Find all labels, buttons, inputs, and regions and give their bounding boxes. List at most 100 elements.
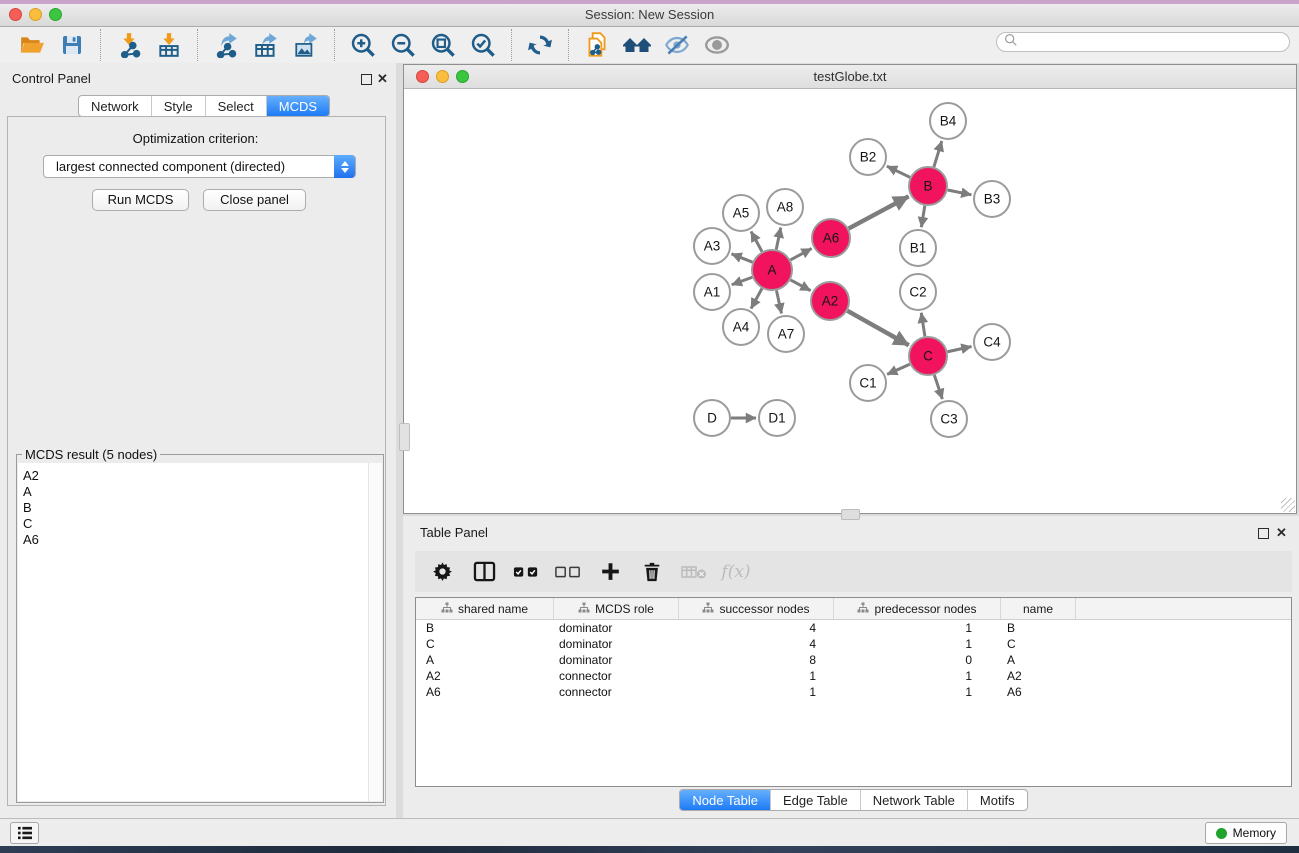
table-cell[interactable]: 1 <box>679 685 834 699</box>
graph-edge-A-A1[interactable] <box>732 277 753 285</box>
tab-select[interactable]: Select <box>206 96 267 116</box>
add-column-icon[interactable] <box>597 559 623 585</box>
graph-node-A8[interactable]: A8 <box>767 189 803 225</box>
graph-node-B1[interactable]: B1 <box>900 230 936 266</box>
search-box[interactable] <box>996 32 1290 52</box>
vertical-splitter-handle[interactable] <box>399 423 410 451</box>
graph-node-A5[interactable]: A5 <box>723 195 759 231</box>
horizontal-splitter-handle[interactable] <box>841 509 860 520</box>
graph-node-A4[interactable]: A4 <box>723 309 759 345</box>
save-icon[interactable] <box>56 29 88 61</box>
table-cell[interactable]: B <box>416 621 554 635</box>
graph-edge-B-B1[interactable] <box>921 206 924 228</box>
table-cell[interactable]: A6 <box>416 685 554 699</box>
graph-edge-A2-C[interactable] <box>847 311 908 345</box>
table-cell[interactable]: 1 <box>834 637 1001 651</box>
graph-node-A2[interactable]: A2 <box>811 282 849 320</box>
deselect-all-icon[interactable] <box>555 559 581 585</box>
tab-edge-table[interactable]: Edge Table <box>771 790 861 810</box>
export-network-icon[interactable] <box>210 29 242 61</box>
close-panel-button[interactable]: Close panel <box>203 189 306 211</box>
export-table-icon[interactable] <box>250 29 282 61</box>
network-window-titlebar[interactable]: testGlobe.txt <box>404 65 1296 89</box>
table-cell[interactable]: dominator <box>554 621 679 635</box>
tab-motifs[interactable]: Motifs <box>968 790 1027 810</box>
table-cell[interactable]: 4 <box>679 621 834 635</box>
graph-node-C[interactable]: C <box>909 337 947 375</box>
tab-mcds[interactable]: MCDS <box>267 96 329 116</box>
graph-edge-A-A6[interactable] <box>790 248 811 259</box>
table-cell[interactable]: A <box>416 653 554 667</box>
graph-edge-C-C4[interactable] <box>948 346 972 351</box>
graph-node-C4[interactable]: C4 <box>974 324 1010 360</box>
graph-node-C1[interactable]: C1 <box>850 365 886 401</box>
table-cell[interactable]: C <box>1001 637 1076 651</box>
graph-node-C2[interactable]: C2 <box>900 274 936 310</box>
table-cell[interactable]: 1 <box>834 621 1001 635</box>
table-cell[interactable]: 8 <box>679 653 834 667</box>
delete-column-icon[interactable] <box>639 559 665 585</box>
search-input[interactable] <box>1018 34 1272 50</box>
column-header-successor-nodes[interactable]: successor nodes <box>679 598 834 619</box>
table-cell[interactable]: 4 <box>679 637 834 651</box>
table-cell[interactable]: dominator <box>554 637 679 651</box>
graph-edge-B-B2[interactable] <box>887 166 910 177</box>
graph-node-B2[interactable]: B2 <box>850 139 886 175</box>
table-cell[interactable]: 1 <box>679 669 834 683</box>
column-header-mcds-role[interactable]: MCDS role <box>554 598 679 619</box>
eye-icon[interactable] <box>701 29 733 61</box>
import-table-icon[interactable] <box>153 29 185 61</box>
table-cell[interactable]: connector <box>554 669 679 683</box>
graph-node-A[interactable]: A <box>752 250 792 290</box>
import-network-icon[interactable] <box>113 29 145 61</box>
graph-edge-A-A7[interactable] <box>776 291 781 314</box>
zoom-in-icon[interactable] <box>347 29 379 61</box>
graph-node-B3[interactable]: B3 <box>974 181 1010 217</box>
control-panel-float-icon[interactable] <box>361 74 372 85</box>
graph-edge-B-B3[interactable] <box>948 190 972 195</box>
resize-grip-icon[interactable] <box>1281 498 1295 512</box>
gear-icon[interactable] <box>429 559 455 585</box>
zoom-selected-icon[interactable] <box>467 29 499 61</box>
graph-edge-A-A4[interactable] <box>751 288 762 308</box>
graph-node-D1[interactable]: D1 <box>759 400 795 436</box>
tab-network[interactable]: Network <box>79 96 152 116</box>
table-panel-close-icon[interactable]: ✕ <box>1276 526 1287 539</box>
table-cell[interactable]: dominator <box>554 653 679 667</box>
graph-edge-B-B4[interactable] <box>934 141 942 167</box>
table-cell[interactable]: 1 <box>834 669 1001 683</box>
run-mcds-button[interactable]: Run MCDS <box>92 189 189 211</box>
control-panel-close-icon[interactable]: ✕ <box>377 72 388 85</box>
graph-edge-A6-B[interactable] <box>849 196 909 228</box>
table-cell[interactable]: A <box>1001 653 1076 667</box>
graph-node-B4[interactable]: B4 <box>930 103 966 139</box>
table-row[interactable]: Bdominator41B <box>416 620 1291 636</box>
graph-edge-C-C2[interactable] <box>921 313 925 336</box>
task-history-button[interactable] <box>10 822 39 844</box>
graph-node-A7[interactable]: A7 <box>768 316 804 352</box>
graph-node-A6[interactable]: A6 <box>812 219 850 257</box>
table-row[interactable]: A2connector11A2 <box>416 668 1291 684</box>
table-row[interactable]: A6connector11A6 <box>416 684 1291 700</box>
network-document-icon[interactable] <box>581 29 613 61</box>
table-cell[interactable]: connector <box>554 685 679 699</box>
mcds-result-scrollbar[interactable] <box>368 463 382 801</box>
table-cell[interactable]: A2 <box>416 669 554 683</box>
zoom-out-icon[interactable] <box>387 29 419 61</box>
graph-edge-A-A2[interactable] <box>791 280 811 291</box>
memory-button[interactable]: Memory <box>1205 822 1287 844</box>
column-header-shared-name[interactable]: shared name <box>416 598 554 619</box>
export-image-icon[interactable] <box>290 29 322 61</box>
apply-layout-icon[interactable] <box>524 29 556 61</box>
graph-node-A1[interactable]: A1 <box>694 274 730 310</box>
graph-edge-C-C3[interactable] <box>934 375 942 399</box>
table-cell[interactable]: 1 <box>834 685 1001 699</box>
table-cell[interactable]: A6 <box>1001 685 1076 699</box>
table-cell[interactable]: 0 <box>834 653 1001 667</box>
column-header-predecessor-nodes[interactable]: predecessor nodes <box>834 598 1001 619</box>
zoom-fit-icon[interactable] <box>427 29 459 61</box>
tab-node-table[interactable]: Node Table <box>680 790 771 810</box>
home-icon[interactable] <box>621 29 653 61</box>
table-row[interactable]: Cdominator41C <box>416 636 1291 652</box>
graph-node-C3[interactable]: C3 <box>931 401 967 437</box>
